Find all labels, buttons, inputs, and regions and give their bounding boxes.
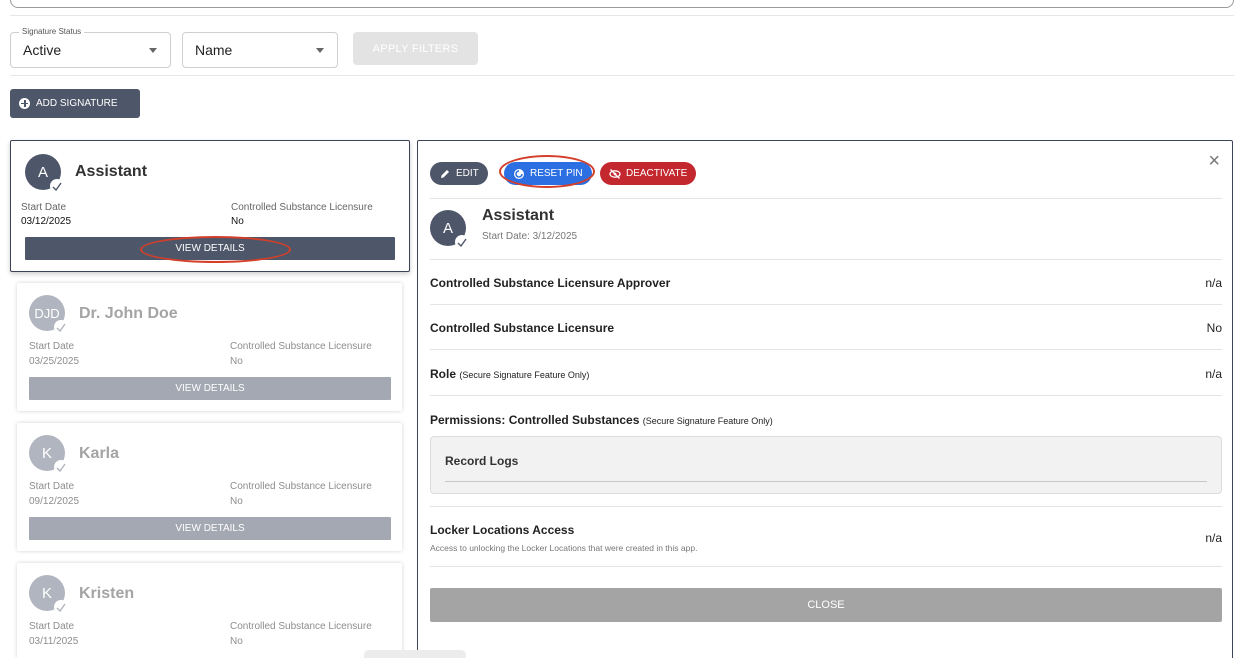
csl-label: Controlled Substance Licensure	[230, 341, 372, 352]
add-signature-label: ADD SIGNATURE	[36, 98, 118, 109]
csl-label: Controlled Substance Licensure	[430, 321, 615, 335]
start-date-label: Start Date	[21, 202, 67, 213]
csl-value: No	[231, 216, 244, 227]
avatar: A	[430, 210, 469, 249]
divider	[430, 304, 1222, 305]
divider	[430, 395, 1222, 396]
detail-name: Assistant	[482, 207, 555, 224]
sort-value: Name	[195, 42, 233, 58]
view-details-button[interactable]: VIEW DETAILS	[29, 517, 391, 540]
avatar: K	[29, 575, 68, 614]
divider	[10, 15, 1234, 16]
detail-start-date: Start Date: 3/12/2025	[482, 231, 578, 242]
view-details-button[interactable]: VIEW DETAILS	[25, 237, 395, 260]
signature-check-icon	[50, 179, 64, 193]
locker-access-label: Locker Locations Access	[430, 523, 575, 537]
signature-card-kristen[interactable]: K Kristen Start Date 03/11/2025 Controll…	[17, 563, 402, 658]
signature-status-value: Active	[23, 42, 62, 58]
signature-check-icon	[54, 460, 68, 474]
role-value: n/a	[1205, 367, 1222, 381]
apply-filters-button[interactable]: APPLY FILTERS	[353, 32, 478, 65]
start-date-value: 03/11/2025	[29, 636, 79, 647]
signature-status-legend: Signature Status	[19, 27, 85, 36]
start-date-label: Start Date	[29, 621, 75, 632]
signature-status-select[interactable]: Signature Status Active	[10, 27, 171, 68]
start-date-value: 03/25/2025	[29, 356, 80, 367]
caret-down-icon	[149, 48, 157, 53]
csl-value: No	[1206, 321, 1222, 335]
caret-down-icon	[316, 48, 324, 53]
start-date-value: 03/12/2025	[21, 216, 72, 227]
top-search-bar[interactable]	[10, 0, 1234, 8]
reset-pin-icon	[514, 168, 524, 179]
eye-slash-icon	[609, 168, 621, 179]
divider	[445, 481, 1207, 482]
reset-pin-button[interactable]: RESET PIN	[504, 162, 592, 185]
reset-pin-label: RESET PIN	[530, 168, 583, 179]
edit-button[interactable]: EDIT	[430, 162, 488, 185]
divider	[430, 259, 1222, 260]
close-icon[interactable]: ×	[1208, 151, 1220, 171]
signature-check-icon	[455, 235, 469, 249]
deactivate-button[interactable]: DEACTIVATE	[600, 162, 697, 185]
csl-label: Controlled Substance Licensure	[231, 202, 373, 213]
signature-check-icon	[54, 320, 68, 334]
card-name: Assistant	[75, 163, 148, 180]
divider	[430, 198, 1222, 199]
card-name: Dr. John Doe	[79, 305, 178, 322]
csl-label: Controlled Substance Licensure	[230, 621, 372, 632]
signature-card-karla[interactable]: K Karla Start Date 09/12/2025 Controlled…	[17, 423, 402, 551]
avatar: K	[29, 435, 68, 474]
card-name: Kristen	[79, 585, 135, 602]
divider	[10, 75, 1234, 76]
pencil-icon	[441, 169, 449, 178]
sort-select[interactable]: Name	[182, 32, 338, 68]
edit-label: EDIT	[456, 168, 479, 179]
signature-detail-panel: EDIT RESET PIN DEACTIVATE × A Assistant …	[417, 140, 1233, 658]
divider	[430, 349, 1222, 350]
divider	[430, 506, 1222, 507]
signature-card-assistant[interactable]: A Assistant Start Date 03/12/2025 Contro…	[10, 140, 410, 272]
avatar: A	[25, 154, 64, 193]
csl-value: No	[230, 636, 243, 647]
signature-check-icon	[54, 600, 68, 614]
start-date-value: 09/12/2025	[29, 496, 80, 507]
permission-item: Record Logs	[445, 454, 519, 468]
csl-approver-value: n/a	[1205, 276, 1222, 290]
permissions-label: Permissions: Controlled Substances (Secu…	[430, 413, 773, 427]
plus-circle-icon	[19, 98, 30, 109]
view-details-button[interactable]: VIEW DETAILS	[29, 377, 391, 400]
start-date-label: Start Date	[29, 341, 75, 352]
locker-access-description: Access to unlocking the Locker Locations…	[430, 543, 698, 553]
signature-card-dr-john-doe[interactable]: DJD Dr. John Doe Start Date 03/25/2025 C…	[17, 283, 402, 411]
scrollbar[interactable]	[364, 650, 466, 658]
start-date-label: Start Date	[29, 481, 75, 492]
permissions-box: Record Logs	[430, 436, 1222, 494]
csl-label: Controlled Substance Licensure	[230, 481, 372, 492]
add-signature-button[interactable]: ADD SIGNATURE	[10, 89, 140, 118]
role-label: Role (Secure Signature Feature Only)	[430, 367, 590, 381]
csl-value: No	[230, 356, 243, 367]
csl-value: No	[230, 496, 243, 507]
filters-bar: Signature Status Active Name APPLY FILTE…	[10, 27, 1234, 68]
close-button[interactable]: CLOSE	[430, 588, 1222, 622]
locker-access-value: n/a	[1205, 531, 1222, 545]
deactivate-label: DEACTIVATE	[626, 168, 688, 179]
divider	[430, 566, 1222, 567]
card-name: Karla	[79, 445, 120, 462]
avatar: DJD	[29, 295, 68, 334]
csl-approver-label: Controlled Substance Licensure Approver	[430, 276, 671, 290]
